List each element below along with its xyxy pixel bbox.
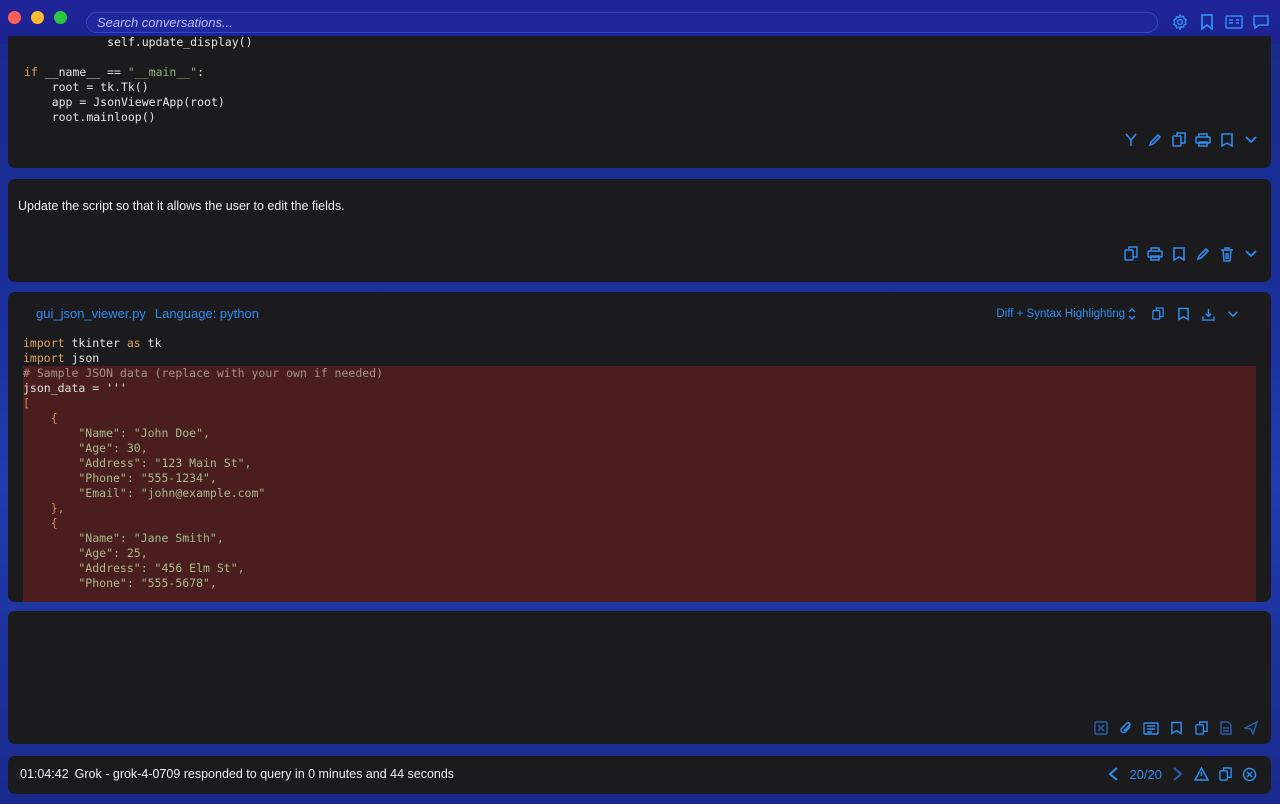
- code-line: {: [23, 516, 58, 530]
- code-line: },: [23, 501, 65, 515]
- code-line: [: [23, 396, 30, 410]
- code-line: import tkinter as tk: [23, 336, 162, 350]
- code-line: root = tk.Tk(): [51, 80, 149, 94]
- code-block: self.update_display() if __name__ == "__…: [24, 36, 253, 125]
- copy-icon[interactable]: [1123, 246, 1139, 262]
- code-line: if __name__ == "__main__":: [24, 65, 205, 79]
- file-icon[interactable]: [1218, 720, 1234, 736]
- chevron-down-icon[interactable]: [1225, 306, 1241, 322]
- send-icon[interactable]: [1243, 720, 1259, 736]
- copy-icon[interactable]: [1171, 132, 1187, 148]
- warning-icon[interactable]: [1194, 767, 1209, 781]
- code-line: app = JsonViewerApp(root): [51, 95, 225, 109]
- clear-icon[interactable]: [1093, 720, 1109, 736]
- code-line: "Name": "John Doe",: [23, 426, 210, 440]
- chat-bubble-icon[interactable]: [1252, 13, 1270, 31]
- code-line: "Age": 30,: [23, 441, 148, 455]
- code-line: "Email": "john@example.com": [23, 486, 266, 500]
- edit-icon[interactable]: [1147, 132, 1163, 148]
- bookmark-icon[interactable]: [1171, 246, 1187, 262]
- code-line: "Address": "456 Elm St",: [23, 561, 245, 575]
- code-line: root.mainloop(): [51, 110, 156, 124]
- chevron-right-icon[interactable]: [1172, 766, 1184, 782]
- chevron-down-icon[interactable]: [1243, 132, 1259, 148]
- code-line: "Name": "Jane Smith",: [23, 531, 224, 545]
- gear-icon[interactable]: [1171, 13, 1189, 31]
- print-icon[interactable]: [1147, 246, 1163, 262]
- code-line: "Phone": "555-5678",: [23, 576, 217, 590]
- paperclip-icon[interactable]: [1118, 720, 1134, 736]
- message-input[interactable]: [8, 611, 1271, 711]
- code-line: self.update_display(): [107, 36, 253, 49]
- edit-icon[interactable]: [1195, 246, 1211, 262]
- code-line: import json: [23, 351, 100, 365]
- language-label: Language: python: [154, 306, 259, 321]
- bookmark-icon[interactable]: [1175, 306, 1191, 322]
- copy-icon[interactable]: [1150, 306, 1166, 322]
- user-message-text: Update the script so that it allows the …: [18, 199, 345, 213]
- code-line: "Age": 25,: [23, 546, 148, 560]
- status-time: 01:04:42: [20, 767, 69, 781]
- bookmark-icon[interactable]: [1219, 132, 1235, 148]
- code-header: gui_json_viewer.py Language: python: [36, 306, 259, 321]
- view-mode-select[interactable]: Diff + Syntax Highlighting: [996, 308, 1136, 320]
- chevron-down-icon[interactable]: [1243, 246, 1259, 262]
- status-bar: 01:04:42 Grok - grok-4-0709 responded to…: [8, 756, 1271, 794]
- print-icon[interactable]: [1195, 132, 1211, 148]
- code-block: import tkinter as tk import json: [23, 336, 162, 366]
- chevron-updown-icon: [1128, 308, 1136, 320]
- status-message: Grok - grok-4-0709 responded to query in…: [74, 767, 455, 781]
- code-line: "Address": "123 Main St",: [23, 456, 252, 470]
- trash-icon[interactable]: [1219, 246, 1235, 262]
- chevron-left-icon[interactable]: [1107, 766, 1119, 782]
- view-mode-label: Diff + Syntax Highlighting: [996, 308, 1125, 320]
- copy-icon[interactable]: [1193, 720, 1209, 736]
- response-panel: gui_json_viewer.py Language: python Diff…: [8, 292, 1271, 602]
- code-line: {: [23, 411, 58, 425]
- close-window-button[interactable]: [8, 11, 21, 24]
- code-line: # Sample JSON data (replace with your ow…: [23, 366, 384, 380]
- code-line: "Phone": "555-1234",: [23, 471, 217, 485]
- copy-icon[interactable]: [1219, 766, 1232, 782]
- previous-code-panel: self.update_display() if __name__ == "__…: [8, 36, 1271, 168]
- diff-removed-block: # Sample JSON data (replace with your ow…: [23, 366, 1256, 602]
- page-indicator: 20/20: [1129, 766, 1162, 782]
- fork-icon[interactable]: [1123, 132, 1139, 148]
- minimize-window-button[interactable]: [31, 11, 44, 24]
- search-input[interactable]: [97, 15, 1157, 30]
- filename-label[interactable]: gui_json_viewer.py: [36, 306, 146, 321]
- maximize-window-button[interactable]: [54, 11, 67, 24]
- input-panel: [8, 611, 1271, 744]
- code-line: json_data = ''': [23, 381, 127, 395]
- user-message-panel: Update the script so that it allows the …: [8, 179, 1271, 282]
- close-circle-icon[interactable]: [1242, 767, 1257, 782]
- bookmark-icon[interactable]: [1198, 13, 1216, 31]
- template-icon[interactable]: [1143, 720, 1159, 736]
- search-bar: [86, 12, 1158, 33]
- download-icon[interactable]: [1200, 306, 1216, 322]
- sidebar-icon[interactable]: [1225, 13, 1243, 31]
- bookmark-icon[interactable]: [1168, 720, 1184, 736]
